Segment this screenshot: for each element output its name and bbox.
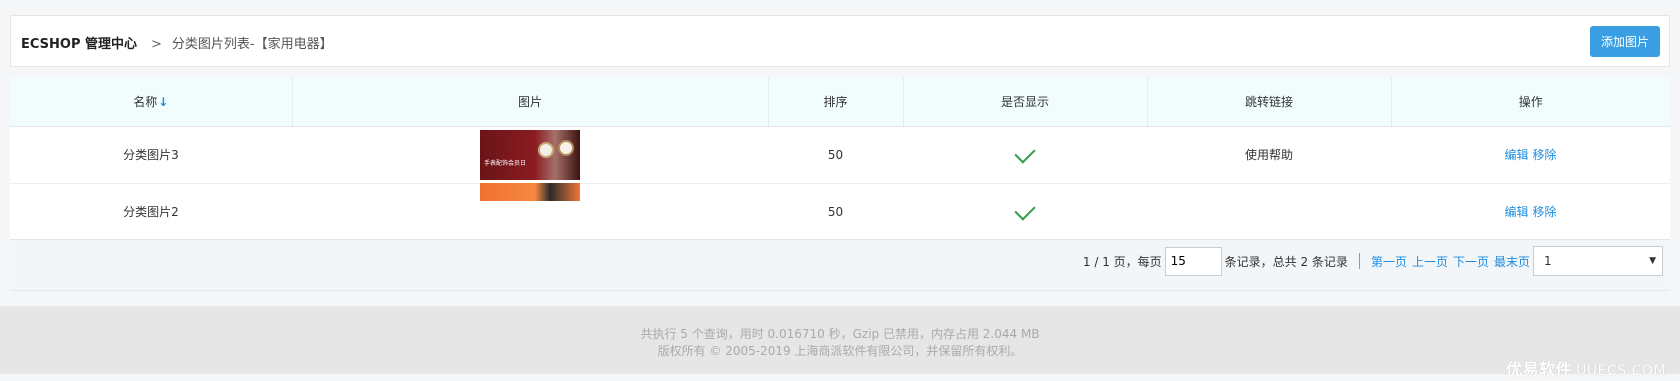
checkmark-icon[interactable] (1014, 141, 1036, 164)
cell-link (1147, 183, 1391, 240)
edit-link[interactable]: 编辑 (1504, 205, 1528, 219)
orange-banner-image[interactable] (480, 182, 580, 201)
image-table: 名称↓ 图片 排序 是否显示 跳转链接 操作 分类图片3 手表配饰会员日 50 (10, 77, 1670, 241)
prev-page-link[interactable]: 上一页 (1412, 253, 1448, 270)
footer-copyright: 版权所有 © 2005-2019 上海商派软件有限公司，并保留所有权利。 (657, 344, 1023, 358)
first-page-link[interactable]: 第一页 (1371, 253, 1407, 270)
page-select-value: 1 (1544, 254, 1552, 268)
watch-shape (558, 139, 574, 156)
breadcrumb: ECSHOP 管理中心 > 分类图片列表-【家用电器】 (21, 33, 333, 52)
caret-down-icon: ▼ (1649, 256, 1656, 266)
cell-show (903, 126, 1147, 183)
records-info: 条记录，总共 2 条记录 (1224, 254, 1348, 269)
column-header-link: 跳转链接 (1147, 77, 1392, 127)
page-select[interactable]: 1 ▼ (1533, 246, 1663, 276)
table-row: 分类图片3 手表配饰会员日 50 使用帮助 编辑 移除 (10, 126, 1670, 183)
cell-image (292, 182, 768, 240)
footer-query-info: 共执行 5 个查询，用时 0.016710 秒，Gzip 已禁用，内存占用 2.… (640, 327, 1040, 341)
watch-shape (538, 141, 554, 158)
page-info: 1 / 1 页，每页 (1082, 254, 1162, 269)
remove-link[interactable]: 移除 (1533, 148, 1557, 162)
last-page-link[interactable]: 最末页 (1494, 253, 1530, 270)
watermark: 优易软件 UUECS.COM (1506, 360, 1666, 379)
watch-banner-image[interactable]: 手表配饰会员日 (480, 129, 580, 180)
cell-link: 使用帮助 (1244, 148, 1293, 162)
pager-divider (1358, 253, 1360, 269)
cell-image: 手表配饰会员日 (292, 126, 768, 183)
column-header-image: 图片 (292, 77, 769, 127)
page-header: ECSHOP 管理中心 > 分类图片列表-【家用电器】 添加图片 (10, 15, 1670, 67)
column-header-name[interactable]: 名称↓ (10, 77, 293, 127)
next-page-link[interactable]: 下一页 (1453, 253, 1489, 270)
column-header-actions: 操作 (1391, 77, 1670, 127)
table-row: 分类图片2 50 编辑 移除 (10, 182, 1670, 240)
remove-link[interactable]: 移除 (1533, 205, 1557, 219)
column-header-show: 是否显示 (903, 77, 1148, 127)
banner-caption: 手表配饰会员日 (484, 159, 527, 167)
pager: 1 / 1 页，每页 条记录，总共 2 条记录 第一页 上一页 下一页 最末页 … (1083, 245, 1663, 277)
add-image-button[interactable]: 添加图片 (1590, 26, 1660, 57)
edit-link[interactable]: 编辑 (1504, 148, 1528, 162)
page-title: 分类图片列表-【家用电器】 (171, 37, 333, 52)
breadcrumb-separator: > (151, 37, 162, 52)
cell-actions: 编辑 移除 (1391, 183, 1670, 240)
sort-down-icon[interactable]: ↓ (158, 95, 168, 109)
pagination-bar: 1 / 1 页，每页 条记录，总共 2 条记录 第一页 上一页 下一页 最末页 … (10, 239, 1670, 291)
column-header-sort: 排序 (768, 77, 904, 127)
cell-name: 分类图片3 (123, 148, 179, 162)
cell-show (903, 183, 1147, 240)
breadcrumb-root[interactable]: ECSHOP 管理中心 (21, 37, 137, 52)
cell-actions: 编辑 移除 (1391, 126, 1670, 183)
checkmark-icon[interactable] (1014, 198, 1036, 221)
cell-sort: 50 (827, 204, 844, 219)
table-header-row: 名称↓ 图片 排序 是否显示 跳转链接 操作 (10, 77, 1670, 127)
footer: 共执行 5 个查询，用时 0.016710 秒，Gzip 已禁用，内存占用 2.… (0, 306, 1680, 379)
cell-sort: 50 (827, 147, 844, 162)
cell-name: 分类图片2 (123, 205, 179, 219)
page-size-input[interactable] (1164, 246, 1222, 276)
